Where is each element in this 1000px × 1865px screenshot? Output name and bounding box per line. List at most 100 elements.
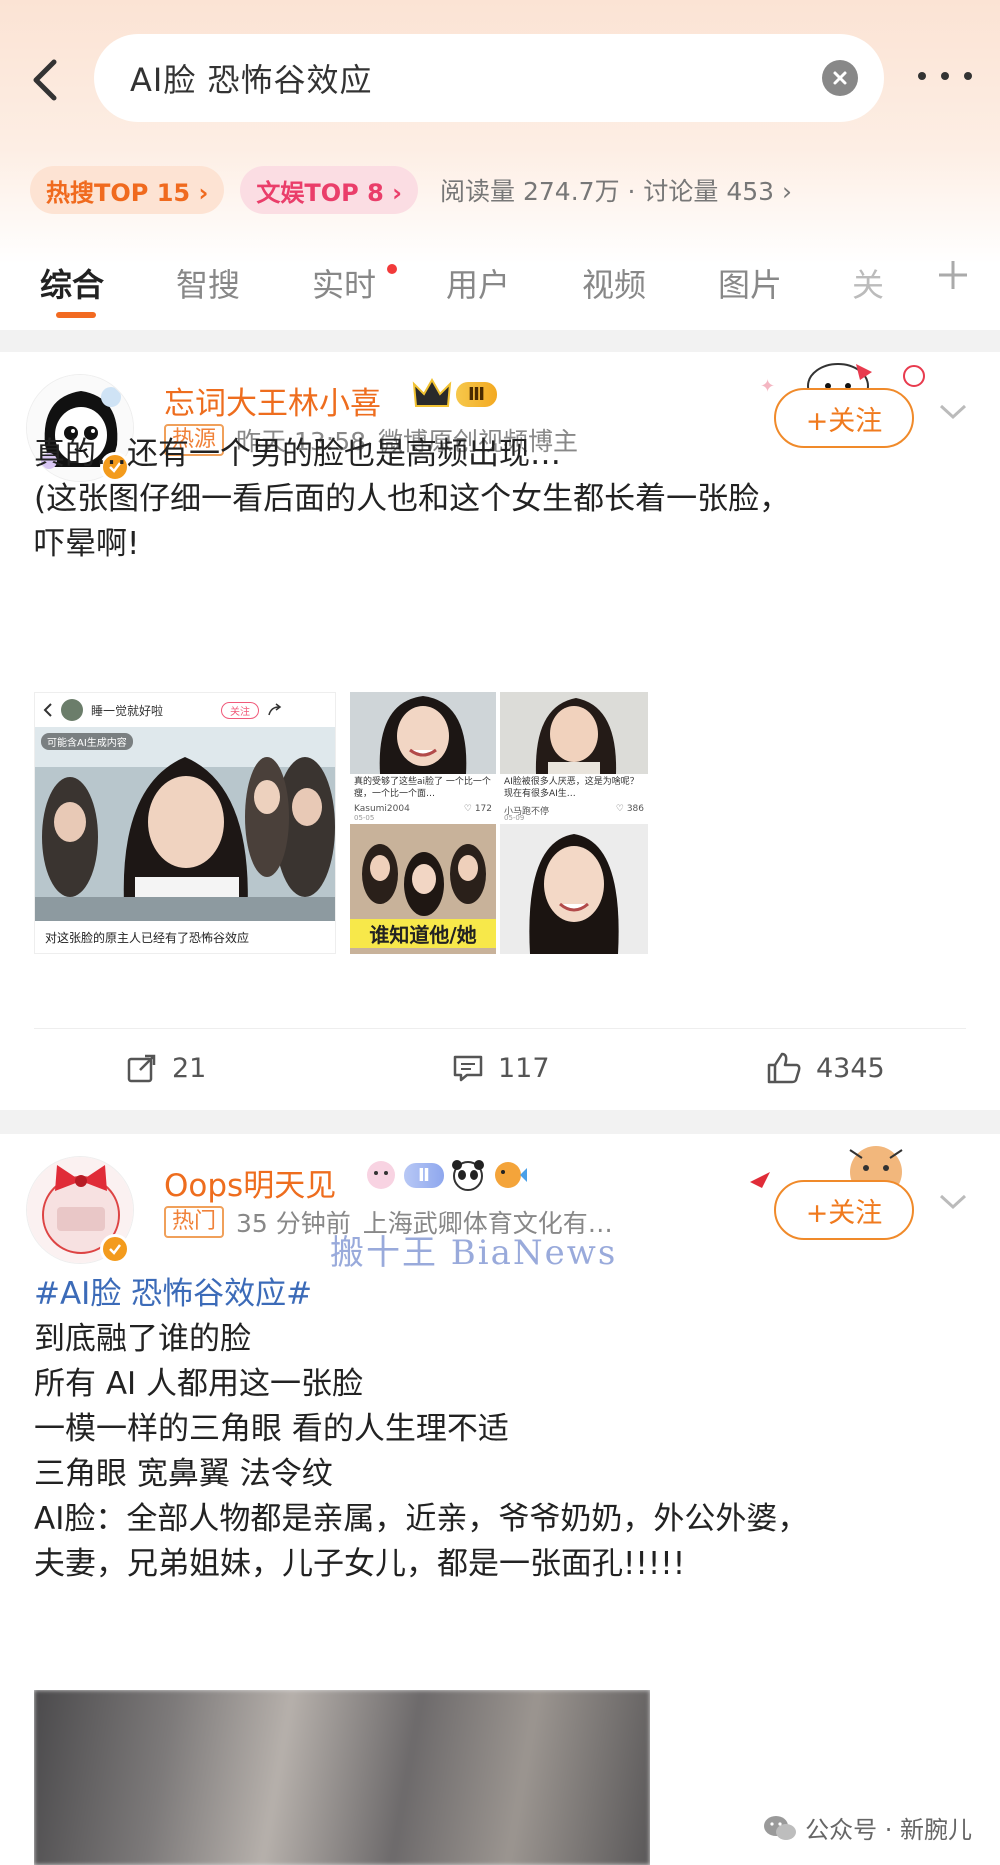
- back-arrow-icon: [33, 59, 57, 101]
- screenshot-nav-bar: 睡一觉就好啦 关注: [35, 693, 335, 727]
- dot-icon: [940, 72, 949, 80]
- post-line: 吓晕啊!: [34, 526, 140, 562]
- grid-card-caption: 真的受够了这些ai脸了 一个比一个瘦，一个比一个面…: [354, 777, 491, 799]
- comment-count: 117: [498, 1052, 550, 1084]
- portrait-photo: [500, 692, 648, 774]
- post-card: 忘词大王林小喜 Ⅲ 热源 昨天 13:58 微博原创视频博主 ✦ +关注 真的……: [0, 352, 1000, 1110]
- chevron-down-icon[interactable]: [938, 402, 968, 422]
- member-level-badge[interactable]: Ⅲ: [412, 376, 498, 412]
- tab-comprehensive[interactable]: 综合: [40, 260, 104, 306]
- svg-text:✦: ✦: [760, 376, 775, 397]
- grid-card-caption: AI脸被很多人厌恶，这是为啥呢？ 现在有很多AI生…: [504, 777, 639, 799]
- follow-button[interactable]: +关注: [774, 1180, 914, 1240]
- grid-card: AI脸被很多人厌恶，这是为啥呢？ 现在有很多AI生… 小马跑不停 ♡ 386 0…: [500, 692, 648, 822]
- blurred-photo: [34, 1690, 650, 1865]
- search-tabs: 综合 智搜 实时 用户 视频 图片 关: [0, 250, 1000, 330]
- thumbs-up-icon: [767, 1052, 801, 1084]
- hot-tag: 热门: [164, 1206, 225, 1238]
- new-indicator-dot: [387, 264, 397, 274]
- dot-icon: [964, 72, 973, 80]
- hot-search-row: 热搜TOP 15 › 文娱TOP 8 › 阅读量 274.7万 · 讨论量 45…: [30, 166, 792, 214]
- ai-generated-notice: 可能含AI生成内容: [41, 733, 133, 750]
- back-arrow-icon: [43, 703, 52, 717]
- dot-icon: [917, 72, 926, 80]
- crown-icon: [412, 377, 452, 407]
- tab-videos[interactable]: 视频: [582, 260, 646, 306]
- post-body: 真的…还有一个男的脸也是高频出现…: [34, 432, 561, 477]
- grid-card-date: 05-05: [354, 814, 375, 822]
- post-body-line: (这张图仔细一看后面的人也和这个女生都长着一张脸，: [34, 477, 790, 522]
- post-line: (这张图仔细一看后面的人也和这个女生都长着一张脸，: [34, 481, 791, 517]
- tab-smart-search[interactable]: 智搜: [176, 260, 240, 306]
- username[interactable]: 忘词大王林小喜: [164, 378, 381, 423]
- screenshot-caption: 对这张脸的原主人已经有了恐怖谷效应: [45, 931, 250, 945]
- repost-button[interactable]: 21: [126, 1028, 206, 1108]
- tab-more[interactable]: 关: [852, 260, 884, 306]
- portrait-photo: [500, 824, 648, 954]
- level-label: Ⅲ: [456, 381, 498, 407]
- post-image-screenshot[interactable]: 睡一觉就好啦 关注 可能含AI生成内容 对这张脸的原主人已经有了恐怖谷效应: [34, 692, 336, 954]
- like-button[interactable]: 4345: [766, 1028, 885, 1108]
- follow-button[interactable]: +关注: [774, 388, 914, 448]
- share-icon: [268, 703, 282, 716]
- level-label: Ⅱ: [404, 1162, 444, 1188]
- post-line: 夫妻，兄弟姐妹，儿子女儿，都是一张面孔!!!!!: [34, 1546, 686, 1582]
- comment-button[interactable]: 117: [452, 1028, 550, 1108]
- cloud-character-icon: [367, 1161, 395, 1189]
- screenshot-follow-chip: 关注: [221, 701, 260, 719]
- post-body-line: 吓晕啊!: [34, 522, 139, 567]
- panda-icon: [451, 1160, 484, 1191]
- repost-count: 21: [172, 1052, 207, 1084]
- back-button[interactable]: [20, 50, 70, 110]
- portrait-photo: [350, 692, 496, 774]
- grid-card: 真的受够了这些ai脸了 一个比一个瘦，一个比一个面… Kasumi2004 ♡ …: [350, 692, 496, 822]
- classroom-photo: [35, 727, 335, 921]
- grid-card-like-count: 386: [626, 804, 644, 814]
- read-discussion-stats[interactable]: 阅读量 274.7万 · 讨论量 453 ›: [440, 172, 792, 208]
- grid-card: [500, 824, 648, 954]
- clear-search-button[interactable]: [822, 60, 858, 96]
- repost-icon: [127, 1054, 156, 1083]
- post-line: AI脸：全部人物都是亲属，近亲，爷爷奶奶，外公外婆，: [34, 1501, 809, 1537]
- post-body: #AI脸 恐怖谷效应# 到底融了谁的脸 所有 AI 人都用这一张脸 一模一样的三…: [34, 1272, 808, 1587]
- grid-card-date: 05-09: [504, 814, 525, 822]
- plus-icon: [939, 261, 967, 289]
- grid-card-like-count: 172: [474, 804, 492, 814]
- close-icon: [833, 71, 847, 85]
- add-tab-button[interactable]: [936, 258, 970, 296]
- grid-card-footer: 小马跑不停 ♡ 386: [504, 804, 644, 817]
- header: AI脸 恐怖谷效应 热搜TOP 15 › 文娱TOP 8 › 阅读量 274.7…: [0, 0, 1000, 330]
- post-image-blurred[interactable]: [34, 1690, 650, 1865]
- entertainment-rank-pill[interactable]: 文娱TOP 8 ›: [240, 166, 419, 214]
- chevron-down-icon[interactable]: [938, 1192, 968, 1212]
- comment-icon: [453, 1055, 483, 1082]
- screenshot-nickname: 睡一觉就好啦: [91, 703, 164, 718]
- grid-card-footer: Kasumi2004 ♡ 172: [354, 804, 492, 814]
- hot-search-rank-pill[interactable]: 热搜TOP 15 ›: [30, 166, 225, 214]
- account-watermark-text: 公众号 · 新腕儿: [805, 1816, 972, 1844]
- post-actions: 21 117 4345: [0, 1028, 1000, 1108]
- member-level-badge[interactable]: Ⅱ: [364, 1158, 528, 1192]
- screenshot-avatar: [61, 699, 83, 721]
- active-tab-indicator: [56, 312, 96, 318]
- tab-images[interactable]: 图片: [718, 260, 782, 306]
- topic-hashtag-link[interactable]: #AI脸 恐怖谷效应#: [34, 1272, 808, 1317]
- tab-users[interactable]: 用户: [446, 260, 510, 306]
- more-options-button[interactable]: [910, 56, 980, 96]
- post-line: 到底融了谁的脸: [34, 1321, 251, 1357]
- watermark-text: 搬十王 BiaNews: [330, 1233, 618, 1273]
- grid-card: 谁知道他/她: [350, 824, 496, 954]
- post-line: 真的…还有一个男的脸也是高频出现…: [34, 436, 561, 472]
- like-count: 4345: [816, 1052, 885, 1084]
- search-query: AI脸 恐怖谷效应: [130, 61, 373, 99]
- search-input[interactable]: AI脸 恐怖谷效应: [94, 34, 884, 122]
- post-line: 三角眼 宽鼻翼 法令纹: [34, 1456, 333, 1492]
- wechat-icon: [764, 1815, 797, 1840]
- grid-card-user: Kasumi2004: [354, 804, 410, 814]
- grid-card-banner: 谁知道他/她: [350, 919, 496, 948]
- post-image-grid[interactable]: 真的受够了这些ai脸了 一个比一个瘦，一个比一个面… Kasumi2004 ♡ …: [350, 692, 648, 954]
- pufferfish-icon: [494, 1162, 527, 1188]
- tab-realtime[interactable]: 实时: [312, 260, 376, 306]
- username[interactable]: Oops明天见: [164, 1160, 336, 1205]
- account-watermark: 公众号 · 新腕儿: [763, 1810, 972, 1845]
